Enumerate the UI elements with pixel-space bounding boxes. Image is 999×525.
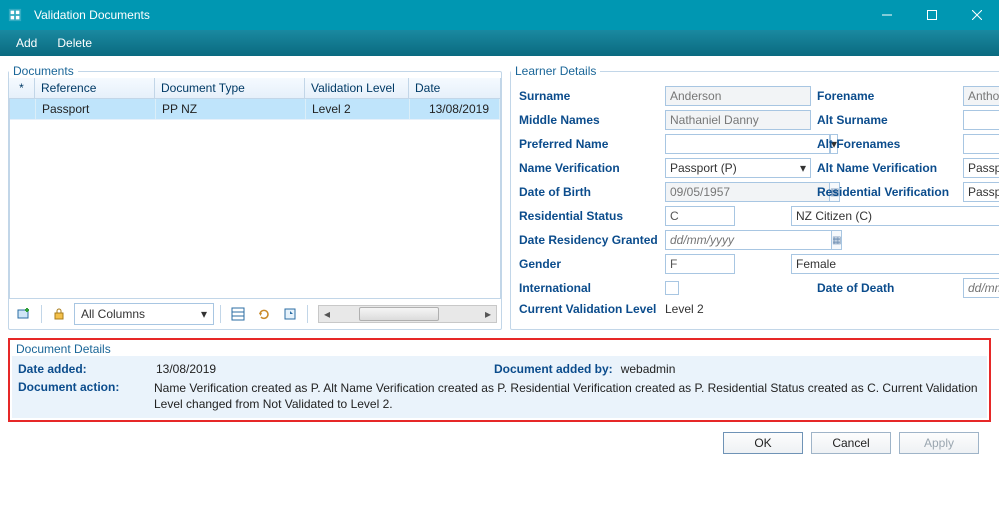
chevron-down-icon: ▾ bbox=[800, 161, 806, 175]
altnameverif-dropdown[interactable]: Passport (P)▾ bbox=[963, 158, 999, 178]
lock-icon[interactable] bbox=[48, 303, 70, 325]
calendar-icon[interactable]: ▦ bbox=[832, 230, 842, 250]
cell-reference: Passport bbox=[36, 99, 156, 119]
middle-label: Middle Names bbox=[519, 113, 659, 127]
added-by-label: Document added by: bbox=[494, 362, 613, 376]
middle-field[interactable] bbox=[665, 110, 811, 130]
added-by-value: webadmin bbox=[621, 362, 676, 376]
documents-toolbar: All Columns ▾ ◂ ▸ bbox=[9, 299, 501, 329]
action-value: Name Verification created as P. Alt Name… bbox=[154, 380, 981, 412]
curval-label: Current Validation Level bbox=[519, 302, 659, 316]
ok-button[interactable]: OK bbox=[723, 432, 803, 454]
resverif-label: Residential Verification bbox=[817, 185, 957, 199]
col-reference[interactable]: Reference bbox=[35, 78, 155, 98]
close-button[interactable] bbox=[954, 0, 999, 30]
resstatus-code-field[interactable] bbox=[665, 206, 735, 226]
minimize-button[interactable] bbox=[864, 0, 909, 30]
gender-label: Gender bbox=[519, 257, 659, 271]
apply-button[interactable]: Apply bbox=[899, 432, 979, 454]
prefname-label: Preferred Name bbox=[519, 137, 659, 151]
altfore-label: Alt Forenames bbox=[817, 137, 957, 151]
title-bar: Validation Documents bbox=[0, 0, 999, 30]
app-icon bbox=[0, 0, 30, 30]
action-label: Document action: bbox=[18, 380, 148, 394]
menu-add[interactable]: Add bbox=[6, 33, 47, 53]
documents-grid-header: * Reference Document Type Validation Lev… bbox=[9, 78, 501, 99]
cell-date: 13/08/2019 bbox=[410, 99, 500, 119]
altnameverif-label: Alt Name Verification bbox=[817, 161, 957, 175]
curval-value: Level 2 bbox=[665, 302, 999, 316]
gender-code-field[interactable] bbox=[665, 254, 735, 274]
window-title: Validation Documents bbox=[30, 8, 864, 22]
dod-field[interactable] bbox=[963, 278, 999, 298]
export-icon[interactable] bbox=[279, 303, 301, 325]
scroll-thumb[interactable] bbox=[359, 307, 439, 321]
documents-panel: Documents * Reference Document Type Vali… bbox=[8, 64, 502, 330]
menu-bar: Add Delete bbox=[0, 30, 999, 56]
dialog-footer: OK Cancel Apply bbox=[8, 422, 991, 460]
altsurname-label: Alt Surname bbox=[817, 113, 957, 127]
cell-doctype: PP NZ bbox=[156, 99, 306, 119]
menu-delete[interactable]: Delete bbox=[47, 33, 102, 53]
cell-validation: Level 2 bbox=[306, 99, 410, 119]
grid-config-icon[interactable] bbox=[227, 303, 249, 325]
scroll-right-icon[interactable]: ▸ bbox=[480, 306, 496, 322]
new-row-icon[interactable] bbox=[13, 303, 35, 325]
altfore-field[interactable] bbox=[963, 134, 999, 154]
cancel-button[interactable]: Cancel bbox=[811, 432, 891, 454]
forename-label: Forename bbox=[817, 89, 957, 103]
col-date[interactable]: Date bbox=[409, 78, 501, 98]
date-added-label: Date added: bbox=[18, 362, 148, 376]
horizontal-scrollbar[interactable]: ◂ ▸ bbox=[318, 305, 497, 323]
document-details-panel: Document Details Date added: 13/08/2019 … bbox=[12, 342, 987, 418]
document-details-highlight: Document Details Date added: 13/08/2019 … bbox=[8, 338, 991, 422]
date-added-value: 13/08/2019 bbox=[156, 362, 486, 376]
dod-label: Date of Death bbox=[817, 281, 957, 295]
scroll-left-icon[interactable]: ◂ bbox=[319, 306, 335, 322]
resstatus-label: Residential Status bbox=[519, 209, 659, 223]
table-row[interactable]: Passport PP NZ Level 2 13/08/2019 bbox=[10, 99, 500, 120]
resgrant-field[interactable] bbox=[665, 230, 832, 250]
col-star[interactable]: * bbox=[9, 78, 35, 98]
altsurname-field[interactable] bbox=[963, 110, 999, 130]
prefname-field[interactable] bbox=[665, 134, 830, 154]
column-selector[interactable]: All Columns ▾ bbox=[74, 303, 214, 325]
resgrant-label: Date Residency Granted bbox=[519, 233, 659, 247]
nameverif-label: Name Verification bbox=[519, 161, 659, 175]
learner-legend: Learner Details bbox=[511, 64, 600, 78]
international-checkbox[interactable] bbox=[665, 281, 679, 295]
document-details-legend: Document Details bbox=[12, 342, 115, 356]
nameverif-dropdown[interactable]: Passport (P)▾ bbox=[665, 158, 811, 178]
col-validation[interactable]: Validation Level bbox=[305, 78, 409, 98]
intl-label: International bbox=[519, 281, 659, 295]
surname-label: Surname bbox=[519, 89, 659, 103]
dob-label: Date of Birth bbox=[519, 185, 659, 199]
chevron-down-icon: ▾ bbox=[201, 307, 207, 321]
dob-field[interactable] bbox=[665, 182, 830, 202]
resverif-dropdown[interactable]: Passport (P)▾ bbox=[963, 182, 999, 202]
maximize-button[interactable] bbox=[909, 0, 954, 30]
refresh-icon[interactable] bbox=[253, 303, 275, 325]
learner-details-panel: Learner Details Surname Forename Middle … bbox=[510, 64, 999, 330]
documents-legend: Documents bbox=[9, 64, 78, 78]
surname-field[interactable] bbox=[665, 86, 811, 106]
gender-dropdown[interactable]: Female▾ bbox=[791, 254, 999, 274]
resstatus-dropdown[interactable]: NZ Citizen (C)▾ bbox=[791, 206, 999, 226]
forename-field[interactable] bbox=[963, 86, 999, 106]
column-selector-label: All Columns bbox=[81, 307, 145, 321]
col-doctype[interactable]: Document Type bbox=[155, 78, 305, 98]
